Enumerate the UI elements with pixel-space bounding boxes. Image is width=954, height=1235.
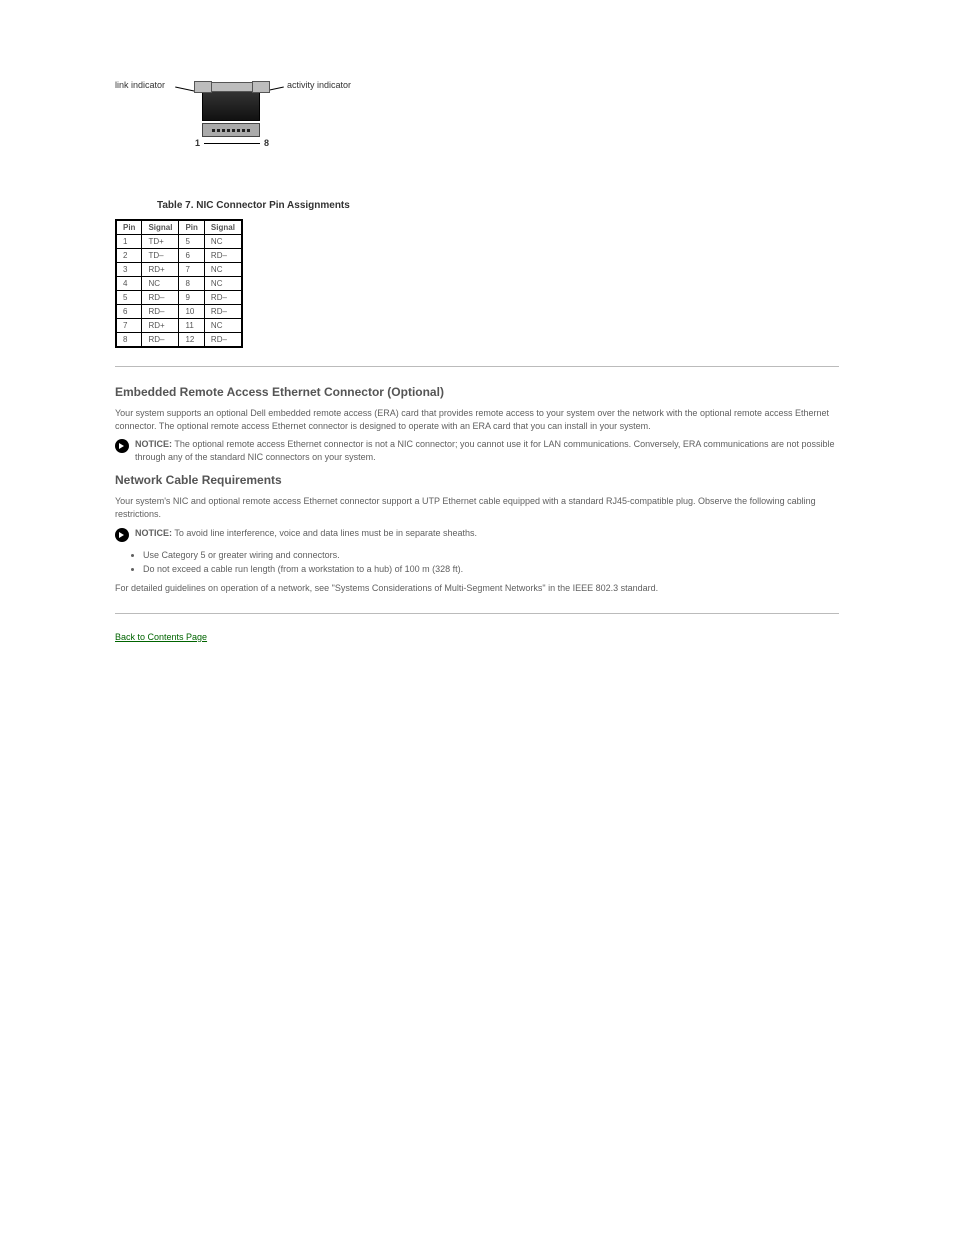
rj45-port-illustration [195, 82, 267, 134]
document-page: link indicator activity indicator 1 8 [0, 0, 954, 682]
cabling-paragraph-2: For detailed guidelines on operation of … [115, 582, 839, 595]
notice-text: NOTICE: To avoid line interference, voic… [135, 527, 477, 540]
notice-block: NOTICE: To avoid line interference, voic… [115, 527, 839, 542]
notice-icon [115, 528, 129, 542]
cabling-bullets: Use Category 5 or greater wiring and con… [143, 548, 839, 577]
table-row: 1 TD+ 5 NC [116, 235, 242, 249]
notice-icon [115, 439, 129, 453]
table-row: 2 TD– 6 RD– [116, 249, 242, 263]
col-signal: Signal [142, 220, 179, 235]
table-caption-text: 7. NIC Connector Pin Assignments [185, 200, 350, 211]
notice-label: NOTICE: [135, 528, 172, 538]
table-caption-prefix: Table [157, 200, 182, 211]
col-pin: Pin [116, 220, 142, 235]
pin-assignments-table: Pin Signal Pin Signal 1 TD+ 5 NC 2 TD– 6… [115, 219, 243, 348]
table-header-row: Pin Signal Pin Signal [116, 220, 242, 235]
divider [115, 613, 839, 614]
label-activity-indicator: activity indicator [287, 80, 351, 90]
notice-body: To avoid line interference, voice and da… [174, 528, 477, 538]
notice-block: NOTICE: The optional remote access Ether… [115, 438, 839, 463]
section-heading-era: Embedded Remote Access Ethernet Connecto… [115, 385, 839, 399]
nic-connector-figure: link indicator activity indicator 1 8 [115, 80, 375, 170]
table-caption: Table 7. NIC Connector Pin Assignments [157, 200, 839, 211]
bullet-item: Use Category 5 or greater wiring and con… [143, 548, 839, 562]
pin-number-range: 1 8 [195, 138, 269, 148]
table-row: 4 NC 8 NC [116, 277, 242, 291]
notice-label: NOTICE: [135, 439, 172, 449]
era-paragraph: Your system supports an optional Dell em… [115, 407, 839, 432]
section-heading-cabling: Network Cable Requirements [115, 473, 839, 487]
table-row: 3 RD+ 7 NC [116, 263, 242, 277]
col-pin: Pin [179, 220, 204, 235]
cabling-paragraph-1: Your system's NIC and optional remote ac… [115, 495, 839, 520]
label-link-indicator: link indicator [115, 80, 165, 90]
col-signal: Signal [204, 220, 242, 235]
pin-start: 1 [195, 138, 200, 148]
bullet-item: Do not exceed a cable run length (from a… [143, 562, 839, 576]
nic-figure-wrap: link indicator activity indicator 1 8 [115, 80, 839, 170]
table-row: 7 RD+ 11 NC [116, 319, 242, 333]
back-to-contents-link[interactable]: Back to Contents Page [115, 632, 207, 642]
notice-text: NOTICE: The optional remote access Ether… [135, 438, 839, 463]
pin-end: 8 [264, 138, 269, 148]
table-row: 6 RD– 10 RD– [116, 305, 242, 319]
table-row: 5 RD– 9 RD– [116, 291, 242, 305]
table-row: 8 RD– 12 RD– [116, 333, 242, 348]
notice-body: The optional remote access Ethernet conn… [135, 439, 835, 462]
divider [115, 366, 839, 367]
